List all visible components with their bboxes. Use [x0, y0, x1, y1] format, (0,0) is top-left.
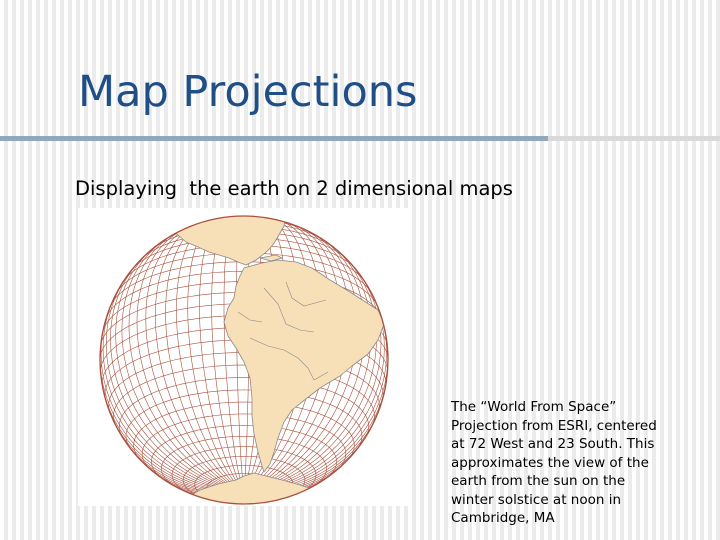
caption-line: Cambridge, MA	[451, 510, 555, 526]
globe-svg	[99, 215, 389, 505]
caption-line: at 72 West and 23 South. This	[451, 436, 655, 452]
caption-line: approximates the view of the	[451, 454, 649, 471]
slide: Map Projections Displaying the earth on …	[0, 0, 720, 540]
slide-subtitle: Displaying the earth on 2 dimensional ma…	[75, 177, 513, 200]
caption-line: The “World From Space”	[451, 399, 617, 415]
title-divider	[0, 136, 548, 141]
caption-line: winter solstice at noon in	[451, 491, 622, 508]
south-georgia-island	[380, 465, 388, 471]
slide-title: Map Projections	[78, 67, 418, 117]
caption-line: Projection from ESRI, centered	[451, 417, 657, 434]
map-caption: The “World From Space” Projection from E…	[451, 398, 691, 528]
caption-line: earth from the sun on the	[451, 473, 626, 489]
globe-map	[78, 208, 412, 506]
